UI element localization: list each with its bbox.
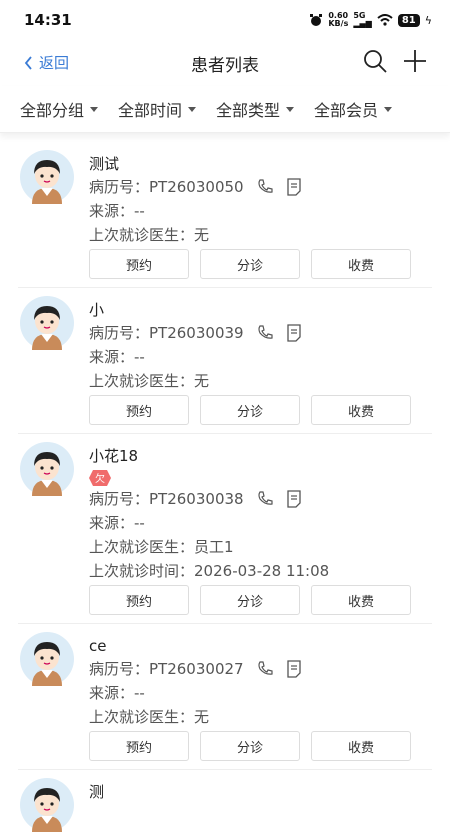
owe-badge: 欠: [89, 470, 111, 486]
search-icon[interactable]: [362, 48, 388, 74]
patient-card[interactable]: ce 病历号： PT26030027 来源： -- 上次就诊医生：无 预约 分诊 收…: [18, 624, 432, 770]
patient-name: 小: [89, 301, 105, 319]
net-speed: 0.60 KB/s: [328, 11, 349, 28]
charge-button[interactable]: 收费: [311, 585, 411, 615]
avatar: [20, 442, 74, 496]
filter-time[interactable]: 全部时间: [118, 97, 197, 121]
note-icon[interactable]: [286, 324, 302, 342]
patient-name: 测试: [89, 155, 120, 173]
source-line: 来源： --: [89, 202, 145, 220]
nav-bar: 返回 患者列表: [0, 40, 450, 82]
patient-card[interactable]: 小花18 欠 病历号： PT26030038 来源： -- 上次就诊医生： 员工1 上…: [18, 434, 432, 624]
battery-indicator: 81: [397, 13, 420, 27]
avatar: [20, 778, 74, 832]
doctor-line: 上次就诊医生：无: [89, 372, 210, 390]
record-line: 病历号： PT26030038: [89, 487, 432, 511]
charging-icon: ϟ: [424, 13, 432, 27]
avatar: [20, 296, 74, 350]
source-line: 来源： --: [89, 348, 145, 366]
source-line: 来源： --: [89, 684, 145, 702]
caret-down-icon: [188, 106, 197, 112]
doctor-line: 上次就诊医生：无: [89, 226, 210, 244]
caret-down-icon: [286, 106, 295, 112]
phone-icon[interactable]: [256, 178, 274, 196]
patient-card[interactable]: 测试 病历号： PT26030050 来源： -- 上次就诊医生：无 预约 分诊 收…: [18, 142, 432, 288]
record-number: PT26030039: [149, 324, 244, 342]
caret-down-icon: [384, 106, 393, 112]
note-icon[interactable]: [286, 660, 302, 678]
patient-card[interactable]: 小 病历号： PT26030039 来源： -- 上次就诊医生：无 预约 分诊 收费: [18, 288, 432, 434]
triage-button[interactable]: 分诊: [200, 249, 300, 279]
book-button[interactable]: 预约: [89, 249, 189, 279]
phone-icon[interactable]: [256, 660, 274, 678]
filter-group[interactable]: 全部分组: [20, 97, 99, 121]
caret-down-icon: [90, 106, 99, 112]
book-button[interactable]: 预约: [89, 731, 189, 761]
patient-card[interactable]: 测: [18, 770, 432, 832]
charge-button[interactable]: 收费: [311, 731, 411, 761]
charge-button[interactable]: 收费: [311, 249, 411, 279]
triage-button[interactable]: 分诊: [200, 731, 300, 761]
add-icon[interactable]: [402, 48, 428, 74]
phone-icon[interactable]: [256, 324, 274, 342]
triage-button[interactable]: 分诊: [200, 585, 300, 615]
record-number: PT26030027: [149, 660, 244, 678]
status-bar: 14:31 0.60 KB/s 5G ▂▄▆ 81 ϟ: [0, 0, 450, 40]
charge-button[interactable]: 收费: [311, 395, 411, 425]
last-visit-line: 上次就诊时间： 2026-03-28 11:08: [89, 562, 330, 580]
doctor-line: 上次就诊医生：无: [89, 708, 210, 726]
note-icon[interactable]: [286, 490, 302, 508]
svg-text:欠: 欠: [95, 472, 105, 485]
book-button[interactable]: 预约: [89, 395, 189, 425]
record-line: 病历号： PT26030050: [89, 175, 432, 199]
status-icons: 0.60 KB/s 5G ▂▄▆ 81 ϟ: [309, 12, 432, 28]
status-time: 14:31: [24, 11, 72, 29]
patient-name: 小花18: [89, 447, 139, 465]
wifi-icon: [377, 14, 393, 26]
record-line: 病历号： PT26030027: [89, 657, 432, 681]
signal-icon: 5G ▂▄▆: [353, 11, 372, 28]
doctor-line: 上次就诊医生： 员工1: [89, 538, 234, 556]
record-number: PT26030038: [149, 490, 244, 508]
record-line: 病历号： PT26030039: [89, 321, 432, 345]
source-line: 来源： --: [89, 514, 145, 532]
filter-bar: 全部分组 全部时间 全部类型 全部会员: [0, 86, 450, 133]
filter-type[interactable]: 全部类型: [216, 97, 295, 121]
avatar: [20, 150, 74, 204]
record-number: PT26030050: [149, 178, 244, 196]
book-button[interactable]: 预约: [89, 585, 189, 615]
alarm-icon: [310, 14, 323, 26]
patient-name: ce: [89, 637, 107, 655]
avatar: [20, 632, 74, 686]
patient-list: 测试 病历号： PT26030050 来源： -- 上次就诊医生：无 预约 分诊 收…: [0, 142, 450, 832]
triage-button[interactable]: 分诊: [200, 395, 300, 425]
phone-icon[interactable]: [256, 490, 274, 508]
filter-member[interactable]: 全部会员: [314, 97, 393, 121]
note-icon[interactable]: [286, 178, 302, 196]
